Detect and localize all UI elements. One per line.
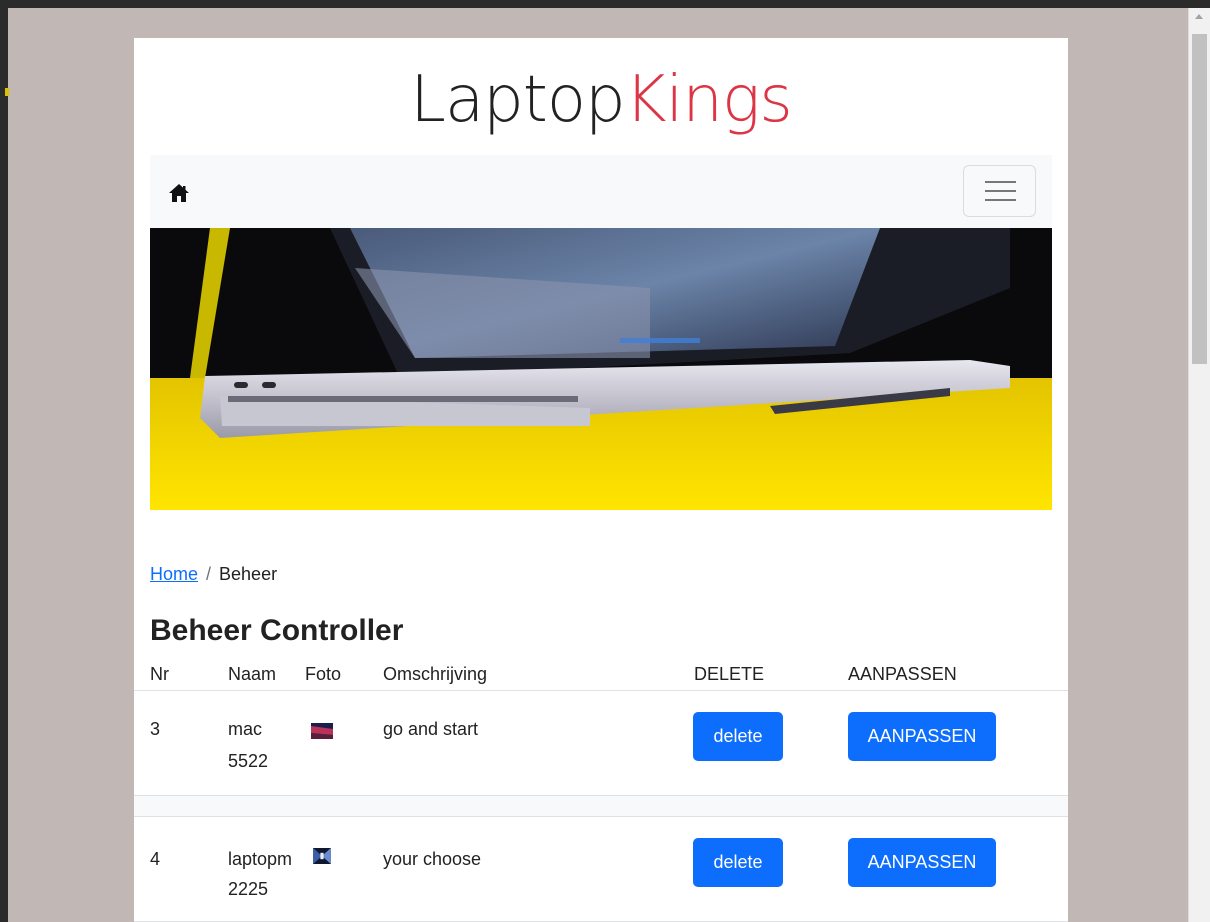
row-naam-line2: 2225 bbox=[228, 879, 269, 899]
breadcrumb-current: Beheer bbox=[219, 564, 278, 584]
navbar-toggler-button[interactable] bbox=[963, 165, 1036, 217]
product-thumbnail bbox=[311, 723, 333, 739]
delete-button[interactable]: delete bbox=[693, 712, 783, 761]
page-container: LaptopKings Home / Beheer Beheer Control… bbox=[134, 38, 1068, 922]
column-header-foto: Foto bbox=[305, 664, 342, 684]
brand-logo: LaptopKings bbox=[134, 68, 1068, 132]
aanpassen-button[interactable]: AANPASSEN bbox=[848, 712, 996, 761]
window-edge-marker bbox=[5, 88, 9, 96]
breadcrumb-separator: / bbox=[206, 564, 212, 584]
row-omschrijving: your choose bbox=[383, 849, 482, 869]
column-header-nr: Nr bbox=[150, 664, 169, 684]
table-row: 4 laptopm 2225 your choose delete AANPAS… bbox=[134, 816, 1068, 922]
table-header: Nr Naam Foto Omschrijving DELETE AANPASS… bbox=[134, 664, 1068, 692]
home-icon[interactable] bbox=[168, 183, 190, 203]
row-naam-line2: 5522 bbox=[228, 751, 269, 771]
row-omschrijving: go and start bbox=[383, 719, 479, 739]
row-spacer bbox=[134, 796, 1068, 816]
hero-laptop-image bbox=[150, 228, 1052, 510]
vertical-scrollbar[interactable] bbox=[1188, 8, 1210, 922]
row-nr: 3 bbox=[150, 719, 161, 739]
hamburger-icon-line-2 bbox=[985, 190, 1016, 192]
aanpassen-button[interactable]: AANPASSEN bbox=[848, 838, 996, 887]
column-header-omschrijving: Omschrijving bbox=[383, 664, 488, 684]
window-top-border bbox=[0, 0, 1210, 8]
hamburger-icon-line-1 bbox=[985, 181, 1016, 183]
row-naam-line1: mac bbox=[228, 719, 263, 739]
column-header-naam: Naam bbox=[228, 664, 277, 684]
table-row: 3 mac 5522 go and start delete AANPASSEN bbox=[134, 690, 1068, 796]
product-thumbnail bbox=[313, 848, 331, 864]
navbar bbox=[150, 155, 1052, 228]
column-header-delete: DELETE bbox=[694, 664, 765, 684]
row-nr: 4 bbox=[150, 849, 161, 869]
breadcrumb-home-link[interactable]: Home bbox=[150, 564, 198, 584]
window-left-border bbox=[0, 0, 8, 922]
scrollbar-thumb[interactable] bbox=[1192, 34, 1207, 364]
brand-logo-part1: Laptop bbox=[410, 63, 625, 137]
column-header-aanpassen: AANPASSEN bbox=[848, 664, 957, 684]
row-naam-line1: laptopm bbox=[228, 849, 293, 869]
scroll-up-arrow-icon[interactable] bbox=[1195, 14, 1203, 19]
delete-button[interactable]: delete bbox=[693, 838, 783, 887]
hamburger-icon-line-3 bbox=[985, 199, 1016, 201]
page-title: Beheer Controller bbox=[150, 614, 404, 647]
breadcrumb: Home / Beheer bbox=[150, 564, 277, 585]
brand-logo-part2: Kings bbox=[624, 63, 793, 137]
